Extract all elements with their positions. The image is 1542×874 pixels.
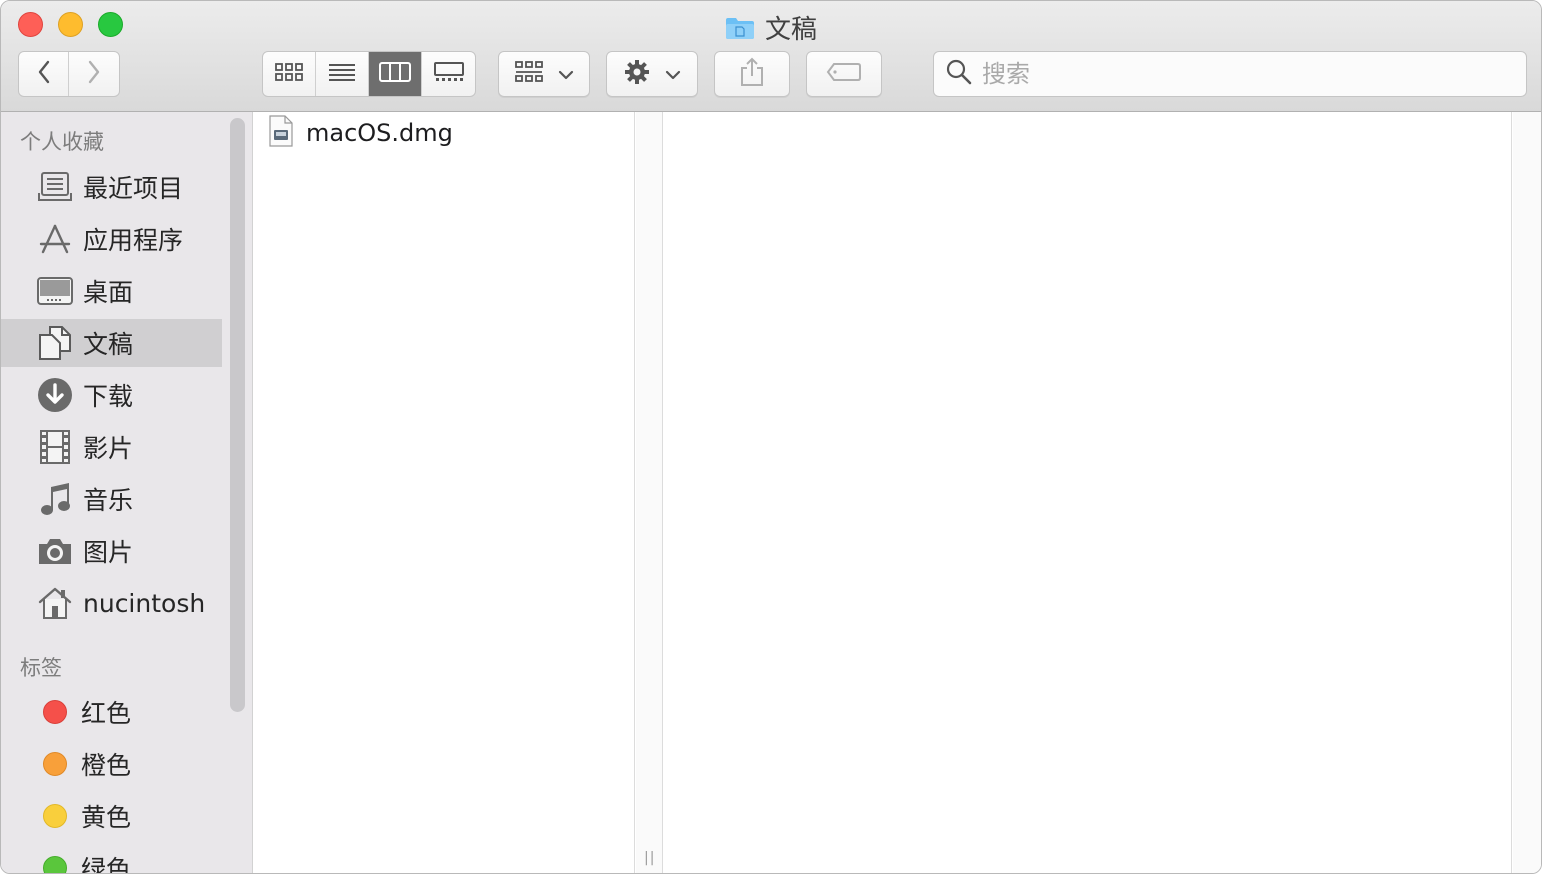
sidebar-tag-red[interactable]: 红色	[1, 688, 222, 736]
sidebar: 个人收藏 最近项目 应用程序 桌面 文稿 下载 影片 音乐 图片 nucinto…	[1, 112, 253, 874]
file-name: macOS.dmg	[306, 119, 453, 147]
chevron-down-icon	[665, 65, 681, 84]
sidebar-item-desktop[interactable]: 桌面	[1, 267, 222, 315]
browser-column-2	[664, 112, 1512, 873]
sidebar-tag-orange[interactable]: 橙色	[1, 740, 222, 788]
sidebar-item-applications[interactable]: 应用程序	[1, 215, 222, 263]
group-by-icon	[514, 60, 544, 88]
sidebar-item-label: nucintosh	[83, 588, 206, 618]
column-view-icon	[378, 60, 412, 88]
sidebar-item-label: 影片	[83, 434, 134, 463]
sidebar-item-label: 下载	[83, 382, 134, 411]
documents-icon	[37, 325, 73, 361]
sidebar-tag-yellow[interactable]: 黄色	[1, 792, 222, 840]
sidebar-item-recents[interactable]: 最近项目	[1, 163, 222, 211]
sidebar-item-music[interactable]: 音乐	[1, 475, 222, 523]
sidebar-item-label: 黄色	[81, 803, 132, 832]
orange-tag-icon	[43, 752, 67, 776]
sidebar-item-home[interactable]: nucintosh	[1, 579, 222, 627]
browser-column-1: macOS.dmg	[254, 112, 635, 873]
sidebar-item-pictures[interactable]: 图片	[1, 527, 222, 575]
icon-view-icon	[274, 61, 304, 87]
search-field[interactable]	[933, 51, 1527, 97]
sidebar-scrollbar[interactable]	[230, 118, 245, 712]
home-icon	[37, 585, 73, 621]
movies-icon	[37, 429, 73, 465]
forward-button[interactable]	[69, 52, 119, 96]
view-mode-control	[262, 51, 476, 97]
sidebar-item-label: 图片	[83, 538, 134, 567]
window-title-text: 文稿	[764, 15, 817, 45]
search-input[interactable]	[982, 60, 1502, 88]
sidebar-item-label: 绿色	[81, 855, 132, 874]
back-button[interactable]	[19, 52, 69, 96]
column-view-button[interactable]	[369, 52, 422, 96]
tag-button[interactable]	[806, 51, 882, 97]
applications-icon	[37, 221, 73, 257]
recents-icon	[37, 169, 73, 205]
sidebar-item-label: 音乐	[83, 486, 134, 515]
disk-image-icon	[268, 115, 294, 151]
sidebar-tag-green[interactable]: 绿色	[1, 844, 222, 874]
chevron-left-icon	[37, 60, 51, 88]
gear-icon	[623, 58, 651, 90]
music-note-icon	[37, 481, 73, 517]
navigation-buttons	[18, 51, 120, 97]
favorites-header: 个人收藏	[20, 130, 104, 154]
window-title: 文稿	[1, 9, 1541, 46]
gallery-view-icon	[433, 61, 465, 87]
list-view-icon	[327, 61, 357, 87]
red-tag-icon	[43, 700, 67, 724]
column-resize-handle[interactable]: ||	[644, 850, 655, 866]
chevron-right-icon	[87, 60, 101, 88]
column-gap	[636, 112, 663, 873]
yellow-tag-icon	[43, 804, 67, 828]
folder-icon	[725, 16, 755, 40]
list-view-button[interactable]	[316, 52, 369, 96]
sidebar-item-documents[interactable]: 文稿	[1, 319, 222, 367]
desktop-icon	[37, 273, 73, 309]
gallery-view-button[interactable]	[422, 52, 475, 96]
sidebar-item-label: 桌面	[83, 278, 134, 307]
sidebar-item-movies[interactable]: 影片	[1, 423, 222, 471]
sidebar-item-label: 应用程序	[83, 226, 184, 255]
icon-view-button[interactable]	[263, 52, 316, 96]
sidebar-item-label: 文稿	[83, 330, 134, 359]
green-tag-icon	[43, 856, 67, 873]
search-icon	[946, 59, 972, 89]
browser-column-3	[1513, 112, 1541, 873]
downloads-icon	[37, 377, 73, 413]
tag-icon	[826, 62, 862, 86]
file-item[interactable]: macOS.dmg	[268, 115, 453, 151]
chevron-down-icon	[558, 65, 574, 84]
share-icon	[739, 57, 765, 91]
sidebar-item-label: 最近项目	[83, 174, 184, 203]
sidebar-item-label: 红色	[81, 699, 132, 728]
action-menu-button[interactable]	[606, 51, 698, 97]
group-by-button[interactable]	[498, 51, 590, 97]
camera-icon	[37, 533, 73, 569]
sidebar-item-downloads[interactable]: 下载	[1, 371, 222, 419]
sidebar-item-label: 橙色	[81, 751, 132, 780]
finder-window: 文稿 搜索 个人收藏 最近项目 应用程序 桌面 文稿 下载 影片 音乐 图片 n…	[0, 0, 1542, 874]
tags-header: 标签	[20, 656, 62, 680]
share-button[interactable]	[714, 51, 790, 97]
toolbar: 文稿	[1, 1, 1541, 112]
